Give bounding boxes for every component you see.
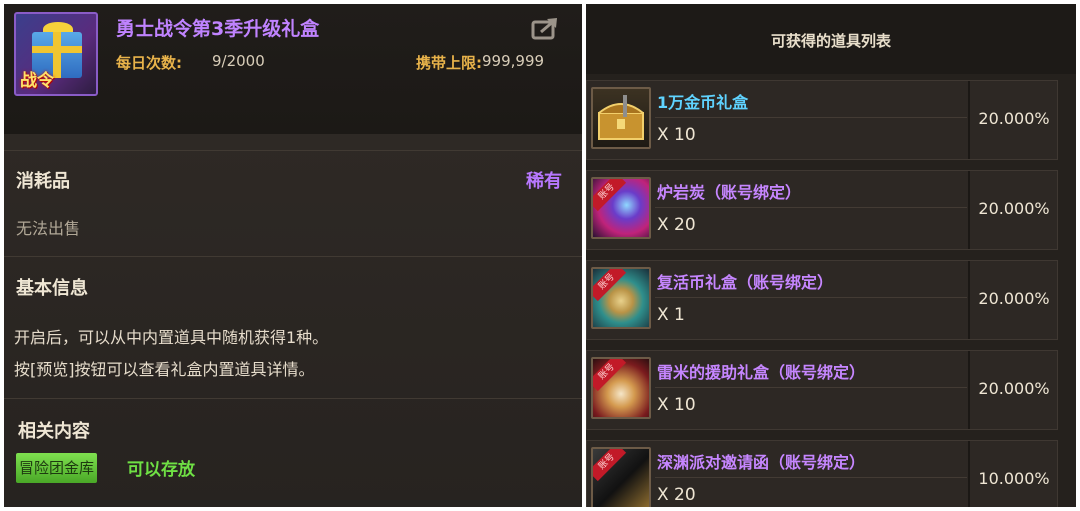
reward-name: 雷米的援助礼盒（账号绑定） (657, 363, 866, 382)
reward-probability: 20.000% (978, 199, 1050, 218)
glove-icon: 账号 (591, 357, 651, 419)
reward-name: 复活币礼盒（账号绑定） (657, 273, 834, 292)
gift-box-icon: 战令 (14, 12, 98, 96)
account-bound-tag: 账号 (593, 269, 627, 302)
invitation-icon: 账号 (591, 447, 651, 507)
item-header: 战令 勇士战令第3季升级礼盒 每日次数: 9/2000 携带上限: 999,99… (4, 4, 582, 134)
basic-info-heading: 基本信息 (16, 278, 88, 299)
reward-name: 炉岩炭（账号绑定） (657, 183, 802, 202)
reward-quantity: X 1 (657, 305, 685, 325)
icon-tag-label: 战令 (20, 71, 54, 91)
reward-list-panel: 可获得的道具列表 1万金币礼盒 X 10 20.000% 账号 炉岩炭（账号绑定… (586, 4, 1076, 507)
reward-probability: 20.000% (978, 379, 1050, 398)
sell-status: 无法出售 (16, 219, 81, 238)
divider (4, 398, 582, 399)
reward-row[interactable]: 账号 复活币礼盒（账号绑定） X 1 20.000% (586, 260, 1058, 340)
reward-list-title: 可获得的道具列表 (770, 32, 891, 50)
reward-name: 1万金币礼盒 (657, 93, 749, 112)
item-tooltip-panel: 战令 勇士战令第3季升级礼盒 每日次数: 9/2000 携带上限: 999,99… (4, 4, 582, 507)
reward-quantity: X 10 (657, 395, 696, 415)
account-bound-tag: 账号 (593, 359, 627, 392)
related-heading: 相关内容 (18, 421, 90, 442)
account-bound-tag: 账号 (593, 179, 627, 212)
reward-quantity: X 20 (657, 215, 696, 235)
carry-limit-value: 999,999 (482, 52, 545, 70)
share-icon[interactable] (531, 16, 561, 40)
reward-quantity: X 10 (657, 125, 696, 145)
description-line: 开启后，可以从中内置道具中随机获得1种。 (14, 328, 329, 347)
reward-list-header: 可获得的道具列表 (586, 4, 1076, 74)
carry-limit-label: 携带上限: (416, 54, 482, 72)
vault-status: 可以存放 (127, 460, 195, 480)
daily-count-value: 9/2000 (212, 52, 265, 70)
vault-badge: 冒险团金库 (16, 453, 98, 483)
orb-icon: 账号 (591, 177, 651, 239)
divider (4, 256, 582, 257)
description-line: 按[预览]按钮可以查看礼盒内置道具详情。 (14, 360, 315, 379)
account-bound-tag: 账号 (593, 449, 627, 482)
gold-chest-icon (591, 87, 651, 149)
divider (4, 150, 582, 151)
reward-probability: 10.000% (978, 469, 1050, 488)
reward-row[interactable]: 账号 炉岩炭（账号绑定） X 20 20.000% (586, 170, 1058, 250)
reward-row[interactable]: 账号 雷米的援助礼盒（账号绑定） X 10 20.000% (586, 350, 1058, 430)
item-details (4, 134, 582, 507)
reward-row[interactable]: 1万金币礼盒 X 10 20.000% (586, 80, 1058, 160)
reward-quantity: X 20 (657, 485, 696, 505)
coin-icon: 账号 (591, 267, 651, 329)
reward-probability: 20.000% (978, 289, 1050, 308)
reward-probability: 20.000% (978, 109, 1050, 128)
reward-name: 深渊派对邀请函（账号绑定） (657, 453, 866, 472)
item-title: 勇士战令第3季升级礼盒 (116, 18, 320, 40)
item-category: 消耗品 (16, 171, 70, 192)
item-rarity: 稀有 (526, 171, 562, 192)
daily-count-label: 每日次数: (116, 54, 182, 72)
reward-row[interactable]: 账号 深渊派对邀请函（账号绑定） X 20 10.000% (586, 440, 1058, 507)
